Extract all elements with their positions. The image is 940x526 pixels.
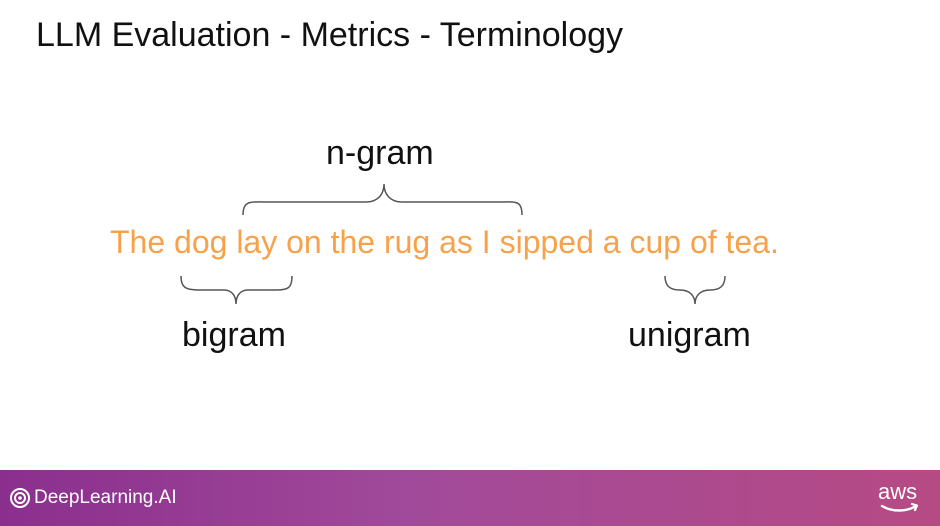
deeplearning-ai-logo-icon	[10, 488, 30, 508]
aws-smile-icon	[880, 502, 919, 512]
bigram-brace	[180, 275, 293, 305]
brand-name: DeepLearning.AI	[34, 487, 177, 508]
deeplearning-ai-logo: DeepLearning.AI	[10, 486, 177, 510]
braces	[180, 183, 726, 305]
footer-bar: DeepLearning.AI aws	[0, 470, 940, 526]
unigram-label: unigram	[628, 316, 751, 354]
aws-logo: aws	[878, 480, 922, 516]
bigram-label: bigram	[182, 316, 286, 354]
ngram-brace	[242, 183, 523, 216]
unigram-brace	[664, 275, 726, 305]
